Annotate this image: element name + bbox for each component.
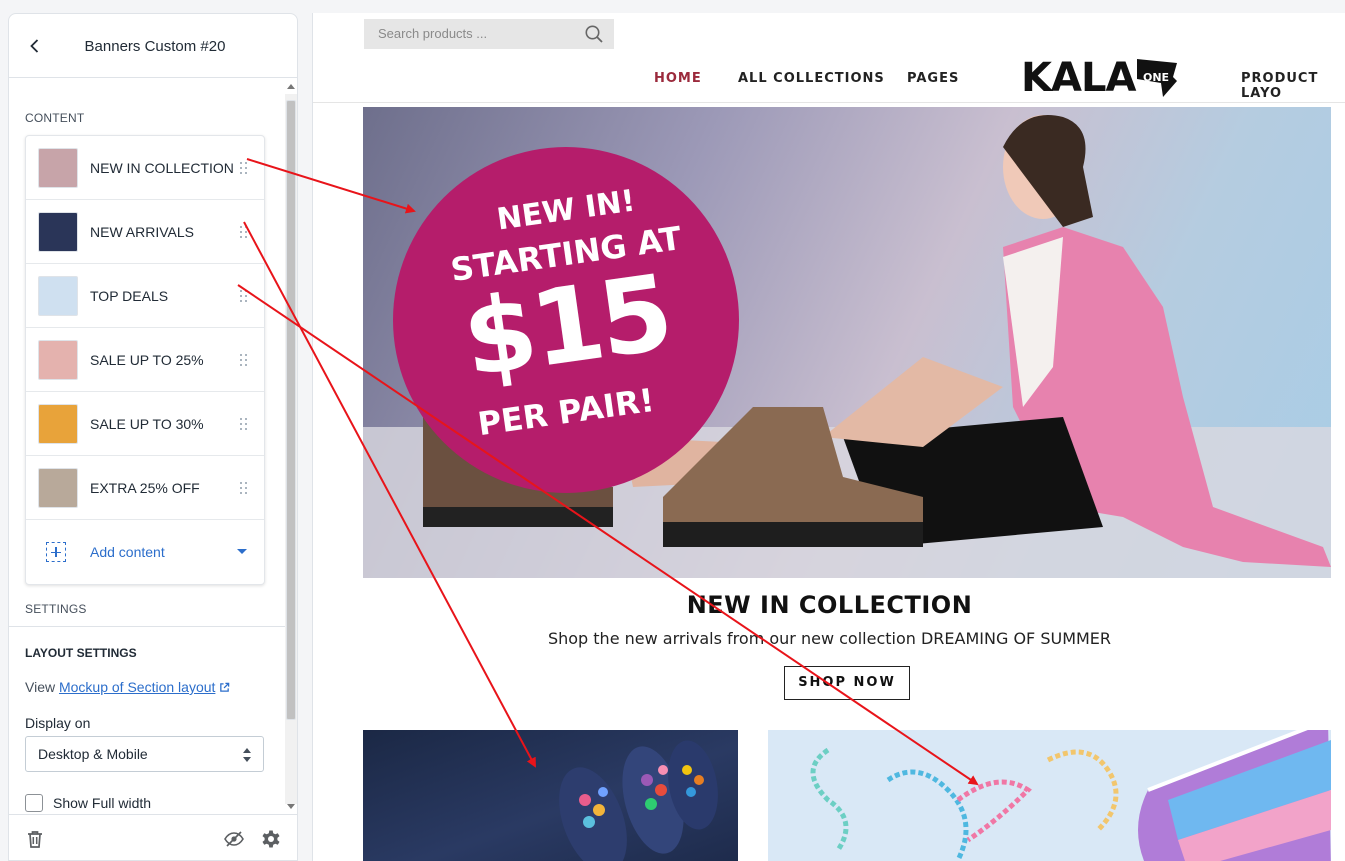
caret-down-icon	[237, 549, 247, 554]
store-logo[interactable]: KALA ONE	[1021, 55, 1177, 101]
settings-heading: SETTINGS	[25, 602, 87, 616]
drag-handle-icon[interactable]	[240, 162, 248, 174]
logo-text: KALA	[1021, 55, 1136, 101]
nail-art-photo	[559, 740, 718, 861]
display-on-label: Display on	[25, 715, 91, 731]
section-title: Banners Custom #20	[84, 38, 226, 55]
top-deals-banner[interactable]	[768, 730, 1331, 861]
block-label: NEW ARRIVALS	[90, 223, 194, 240]
show-full-width-label: Show Full width	[53, 795, 152, 811]
block-thumbnail	[38, 275, 78, 316]
block-thumbnail	[38, 403, 78, 444]
mockup-link[interactable]: Mockup of Section layout	[59, 679, 215, 695]
content-block-list: NEW IN COLLECTION NEW ARRIVALS TOP DEALS SA…	[25, 135, 265, 585]
view-prefix: View	[25, 679, 56, 695]
drag-handle-icon[interactable]	[240, 418, 248, 430]
layout-settings-heading: LAYOUT SETTINGS	[25, 646, 137, 660]
content-block[interactable]: NEW IN COLLECTION	[26, 136, 264, 200]
content-heading: CONTENT	[25, 111, 85, 125]
search-placeholder: Search products ...	[378, 26, 488, 41]
content-block[interactable]: TOP DEALS	[26, 264, 264, 328]
view-mockup-line: View Mockup of Section layout	[25, 679, 230, 695]
block-label: TOP DEALS	[90, 287, 169, 304]
header-divider	[313, 102, 1345, 103]
logo-badge-text: ONE	[1143, 71, 1169, 84]
scrollbar-thumb[interactable]	[286, 100, 296, 720]
content-block[interactable]: NEW ARRIVALS	[26, 200, 264, 264]
hero-subtitle: Shop the new arrivals from our new colle…	[547, 629, 1112, 648]
add-content-button[interactable]: Add content	[26, 520, 264, 584]
trash-icon[interactable]	[25, 829, 45, 849]
display-on-select[interactable]: Desktop & Mobile	[25, 736, 264, 772]
nav-home[interactable]: HOME	[654, 71, 702, 86]
shop-now-button[interactable]: SHOP NOW	[784, 666, 910, 700]
nav-all-collections[interactable]: ALL COLLECTIONS	[738, 71, 885, 86]
sidebar-scrollbar[interactable]	[284, 84, 297, 814]
block-thumbnail	[38, 339, 78, 380]
block-thumbnail	[38, 467, 78, 508]
scroll-down-icon[interactable]	[287, 804, 295, 809]
sidebar-header: Banners Custom #20	[9, 14, 297, 78]
sidebar-scroll-area: CONTENT NEW IN COLLECTION NEW ARRIVALS TOP…	[9, 78, 297, 814]
nav-pages[interactable]: PAGES	[907, 71, 959, 86]
hero-banner[interactable]: NEW IN! STARTING AT $15 PER PAIR!	[363, 107, 1331, 578]
drag-handle-icon[interactable]	[240, 290, 248, 302]
block-thumbnail	[38, 147, 78, 188]
divider	[9, 626, 297, 627]
new-arrivals-banner[interactable]	[363, 730, 738, 861]
content-block[interactable]: EXTRA 25% OFF	[26, 456, 264, 520]
block-label: NEW IN COLLECTION	[90, 159, 234, 176]
theme-editor-sidebar: Banners Custom #20 CONTENT NEW IN COLLEC…	[8, 13, 298, 861]
show-full-width-row: Show Full width	[25, 794, 151, 812]
external-link-icon	[220, 682, 230, 692]
block-thumbnail	[38, 211, 78, 252]
hide-section-icon[interactable]	[223, 829, 245, 849]
content-block[interactable]: SALE UP TO 25%	[26, 328, 264, 392]
block-label: SALE UP TO 25%	[90, 351, 204, 368]
nav-product-layouts[interactable]: PRODUCT LAYO	[1241, 71, 1345, 101]
mask-chains-photo	[810, 730, 1331, 861]
add-block-icon	[46, 542, 66, 562]
add-content-label: Add content	[90, 544, 165, 560]
content-block[interactable]: SALE UP TO 30%	[26, 392, 264, 456]
search-icon[interactable]	[584, 24, 604, 44]
drag-handle-icon[interactable]	[240, 354, 248, 366]
gear-icon[interactable]	[260, 828, 282, 850]
display-on-value: Desktop & Mobile	[38, 746, 148, 762]
drag-handle-icon[interactable]	[240, 482, 248, 494]
block-label: EXTRA 25% OFF	[90, 479, 200, 496]
drag-handle-icon[interactable]	[240, 226, 248, 238]
search-bar[interactable]: Search products ...	[364, 19, 614, 49]
scroll-up-icon[interactable]	[287, 84, 295, 89]
select-arrows-icon	[243, 748, 251, 762]
price-badge: NEW IN! STARTING AT $15 PER PAIR!	[393, 147, 739, 493]
hero-title: NEW IN COLLECTION	[686, 591, 973, 619]
sidebar-footer	[9, 814, 297, 860]
show-full-width-checkbox[interactable]	[25, 794, 43, 812]
block-label: SALE UP TO 30%	[90, 415, 204, 432]
logo-badge-icon: ONE	[1137, 59, 1177, 97]
storefront-preview: Search products ... HOME ALL COLLECTIONS…	[312, 13, 1345, 861]
